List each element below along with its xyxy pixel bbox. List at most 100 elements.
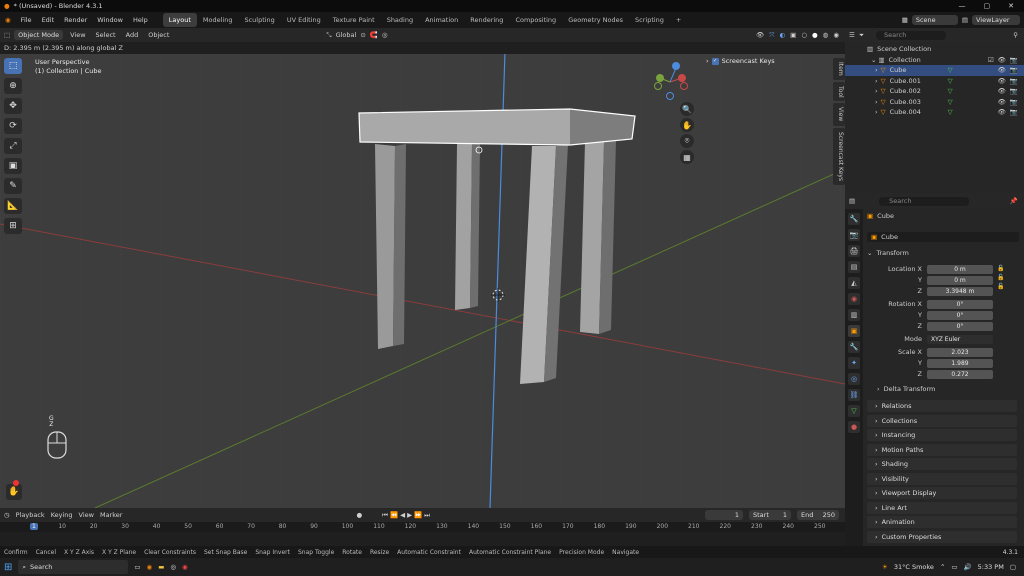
location-z-field[interactable]: 3.3948 m — [927, 287, 993, 296]
sidebar-tab-tool[interactable]: Tool — [833, 81, 845, 102]
weather-icon[interactable]: ☀ — [882, 563, 888, 571]
editor-type-icon[interactable]: ⬚ — [4, 31, 10, 39]
rendered-shading-icon[interactable]: ◉ — [833, 31, 839, 40]
weather-label[interactable]: 31°C Smoke — [894, 563, 934, 571]
tab-uv-editing[interactable]: UV Editing — [281, 13, 327, 27]
pivot-icon[interactable]: ⊙ — [360, 31, 365, 39]
scale-x-field[interactable]: 2.023 — [927, 348, 993, 357]
blender-taskbar-icon[interactable]: ◉ — [147, 563, 153, 571]
camera-icon[interactable]: 📷 — [1010, 87, 1018, 95]
chevron-right-icon[interactable]: › — [706, 57, 709, 65]
transform-panel-header[interactable]: ⌄ Transform — [867, 249, 909, 257]
camera-icon[interactable]: 📷 — [1010, 77, 1018, 85]
taskbar-search[interactable]: ⌕ Search — [18, 560, 129, 574]
constraints-tab-icon[interactable]: ⛓ — [848, 389, 860, 401]
notification-icon[interactable]: ▢ — [1010, 563, 1016, 571]
menu-file[interactable]: File — [16, 12, 37, 28]
tab-texture-paint[interactable]: Texture Paint — [327, 13, 381, 27]
chevron-right-icon[interactable]: › — [875, 108, 878, 116]
outliner-object-row[interactable]: › ▽ Cube.003 ▽ 👁 📷 — [845, 97, 1024, 108]
panel-collections[interactable]: › Collections — [867, 414, 1017, 427]
zoom-icon[interactable]: 🔍 — [680, 102, 694, 116]
world-tab-icon[interactable]: ◉ — [848, 293, 860, 305]
rotation-z-field[interactable]: 0° — [927, 322, 993, 331]
rotation-mode-select[interactable]: XYZ Euler — [927, 335, 993, 344]
chrome-taskbar-icon[interactable]: ◉ — [182, 563, 188, 571]
panel-instancing[interactable]: › Instancing — [867, 429, 1017, 441]
camera-view-icon[interactable]: ⌾ — [680, 134, 694, 148]
rotate-tool-icon[interactable]: ⟳ — [4, 118, 22, 134]
menu-help[interactable]: Help — [128, 12, 153, 28]
timeline-menu-playback[interactable]: Playback — [16, 511, 45, 519]
tab-sculpting[interactable]: Sculpting — [238, 13, 280, 27]
chevron-right-icon[interactable]: › — [875, 98, 878, 106]
leg-1[interactable] — [375, 144, 395, 349]
panel-viewport-display[interactable]: › Viewport Display — [867, 487, 1017, 499]
tray-chevron-icon[interactable]: ⌃ — [940, 563, 945, 571]
menu-window[interactable]: Window — [92, 12, 128, 28]
eye-icon[interactable]: 👁 — [998, 56, 1006, 64]
move-tool-icon[interactable]: ✥ — [4, 98, 22, 114]
scene-tab-icon[interactable]: ◭ — [848, 277, 860, 289]
lock-icon[interactable]: 🔓 — [997, 265, 1004, 272]
cursor-tool-icon[interactable]: ⊕ — [4, 78, 22, 94]
material-shading-icon[interactable]: ◍ — [823, 31, 829, 40]
outliner-object-row[interactable]: › ▽ Cube.004 ▽ 👁 📷 — [845, 107, 1024, 118]
wireframe-shading-icon[interactable]: ○ — [801, 31, 807, 40]
render-tab-icon[interactable]: 📷 — [848, 229, 860, 241]
menu-render[interactable]: Render — [59, 12, 92, 28]
outliner-filter-icon[interactable]: ⚲ — [1013, 31, 1024, 39]
delta-transform-panel[interactable]: › Delta Transform — [877, 385, 935, 393]
timeline-menu-view[interactable]: View — [79, 511, 94, 519]
eye-icon[interactable]: 👁 — [998, 87, 1006, 95]
orientation-selector[interactable]: Global — [336, 31, 357, 39]
lock-icon[interactable]: 🔓 — [997, 274, 1004, 281]
annotate-tool-icon[interactable]: ✎ — [4, 178, 22, 194]
properties-search-input[interactable]: Search — [879, 196, 970, 206]
chevron-down-icon[interactable]: ⌄ — [871, 56, 876, 64]
add-workspace-button[interactable]: + — [670, 13, 687, 27]
scale-tool-icon[interactable]: ⤢ — [4, 138, 22, 154]
outliner-search-input[interactable]: Search — [876, 30, 947, 40]
touch-icon[interactable]: ✋ — [6, 484, 22, 500]
clock[interactable]: 5:33 PM — [978, 563, 1004, 571]
eye-icon[interactable]: 👁 — [998, 98, 1006, 106]
windows-start-icon[interactable]: ⊞ — [4, 562, 12, 573]
overlay-icon[interactable]: ◐ — [779, 31, 785, 40]
end-frame-field[interactable]: End 250 — [797, 510, 839, 520]
lock-icon[interactable]: 🔓 — [997, 283, 1004, 290]
tab-animation[interactable]: Animation — [419, 13, 464, 27]
orientation-icon[interactable]: ⤡ — [326, 31, 331, 40]
location-x-field[interactable]: 0 m — [927, 265, 993, 274]
screencast-checkbox[interactable]: ✓ — [711, 57, 719, 65]
eye-icon[interactable]: 👁 — [998, 108, 1006, 116]
explorer-taskbar-icon[interactable]: ▬ — [158, 563, 164, 571]
panel-shading[interactable]: › Shading — [867, 458, 1017, 470]
sidebar-tab-view[interactable]: View — [833, 103, 845, 126]
camera-icon[interactable]: 📷 — [1010, 56, 1018, 64]
jump-end-icon[interactable]: ⏭ — [424, 511, 430, 520]
particles-tab-icon[interactable]: ✦ — [848, 357, 860, 369]
mode-selector[interactable]: Object Mode — [14, 30, 64, 40]
network-icon[interactable]: ▭ — [951, 563, 957, 571]
close-icon[interactable]: ✕ — [1008, 2, 1014, 10]
eye-icon[interactable]: 👁 — [998, 66, 1006, 74]
ortho-toggle-icon[interactable]: ▦ — [680, 150, 694, 164]
camera-icon[interactable]: 📷 — [1010, 98, 1018, 106]
view-layer-selector[interactable]: ViewLayer — [972, 15, 1020, 25]
minimize-icon[interactable]: — — [959, 2, 966, 10]
modifier-tab-icon[interactable]: 🔧 — [848, 341, 860, 353]
gizmo-icon[interactable]: ⤧ — [769, 31, 774, 40]
tab-compositing[interactable]: Compositing — [509, 13, 562, 27]
blender-menu-icon[interactable]: ◉ — [0, 12, 16, 28]
panel-animation[interactable]: › Animation — [867, 516, 1017, 528]
pan-hand-icon[interactable]: ✋ — [680, 118, 694, 132]
outliner-object-row[interactable]: › ▽ Cube.001 ▽ 👁 📷 — [845, 76, 1024, 87]
add-cube-tool-icon[interactable]: ⊞ — [4, 218, 22, 234]
tab-geometry-nodes[interactable]: Geometry Nodes — [562, 13, 629, 27]
timeline-editor-icon[interactable]: ◷ — [4, 511, 10, 519]
measure-tool-icon[interactable]: 📐 — [4, 198, 22, 214]
tab-shading[interactable]: Shading — [381, 13, 419, 27]
sidebar-tab-screencast-keys[interactable]: Screencast Keys — [833, 127, 845, 185]
scene-icon[interactable]: ▦ — [902, 16, 908, 24]
